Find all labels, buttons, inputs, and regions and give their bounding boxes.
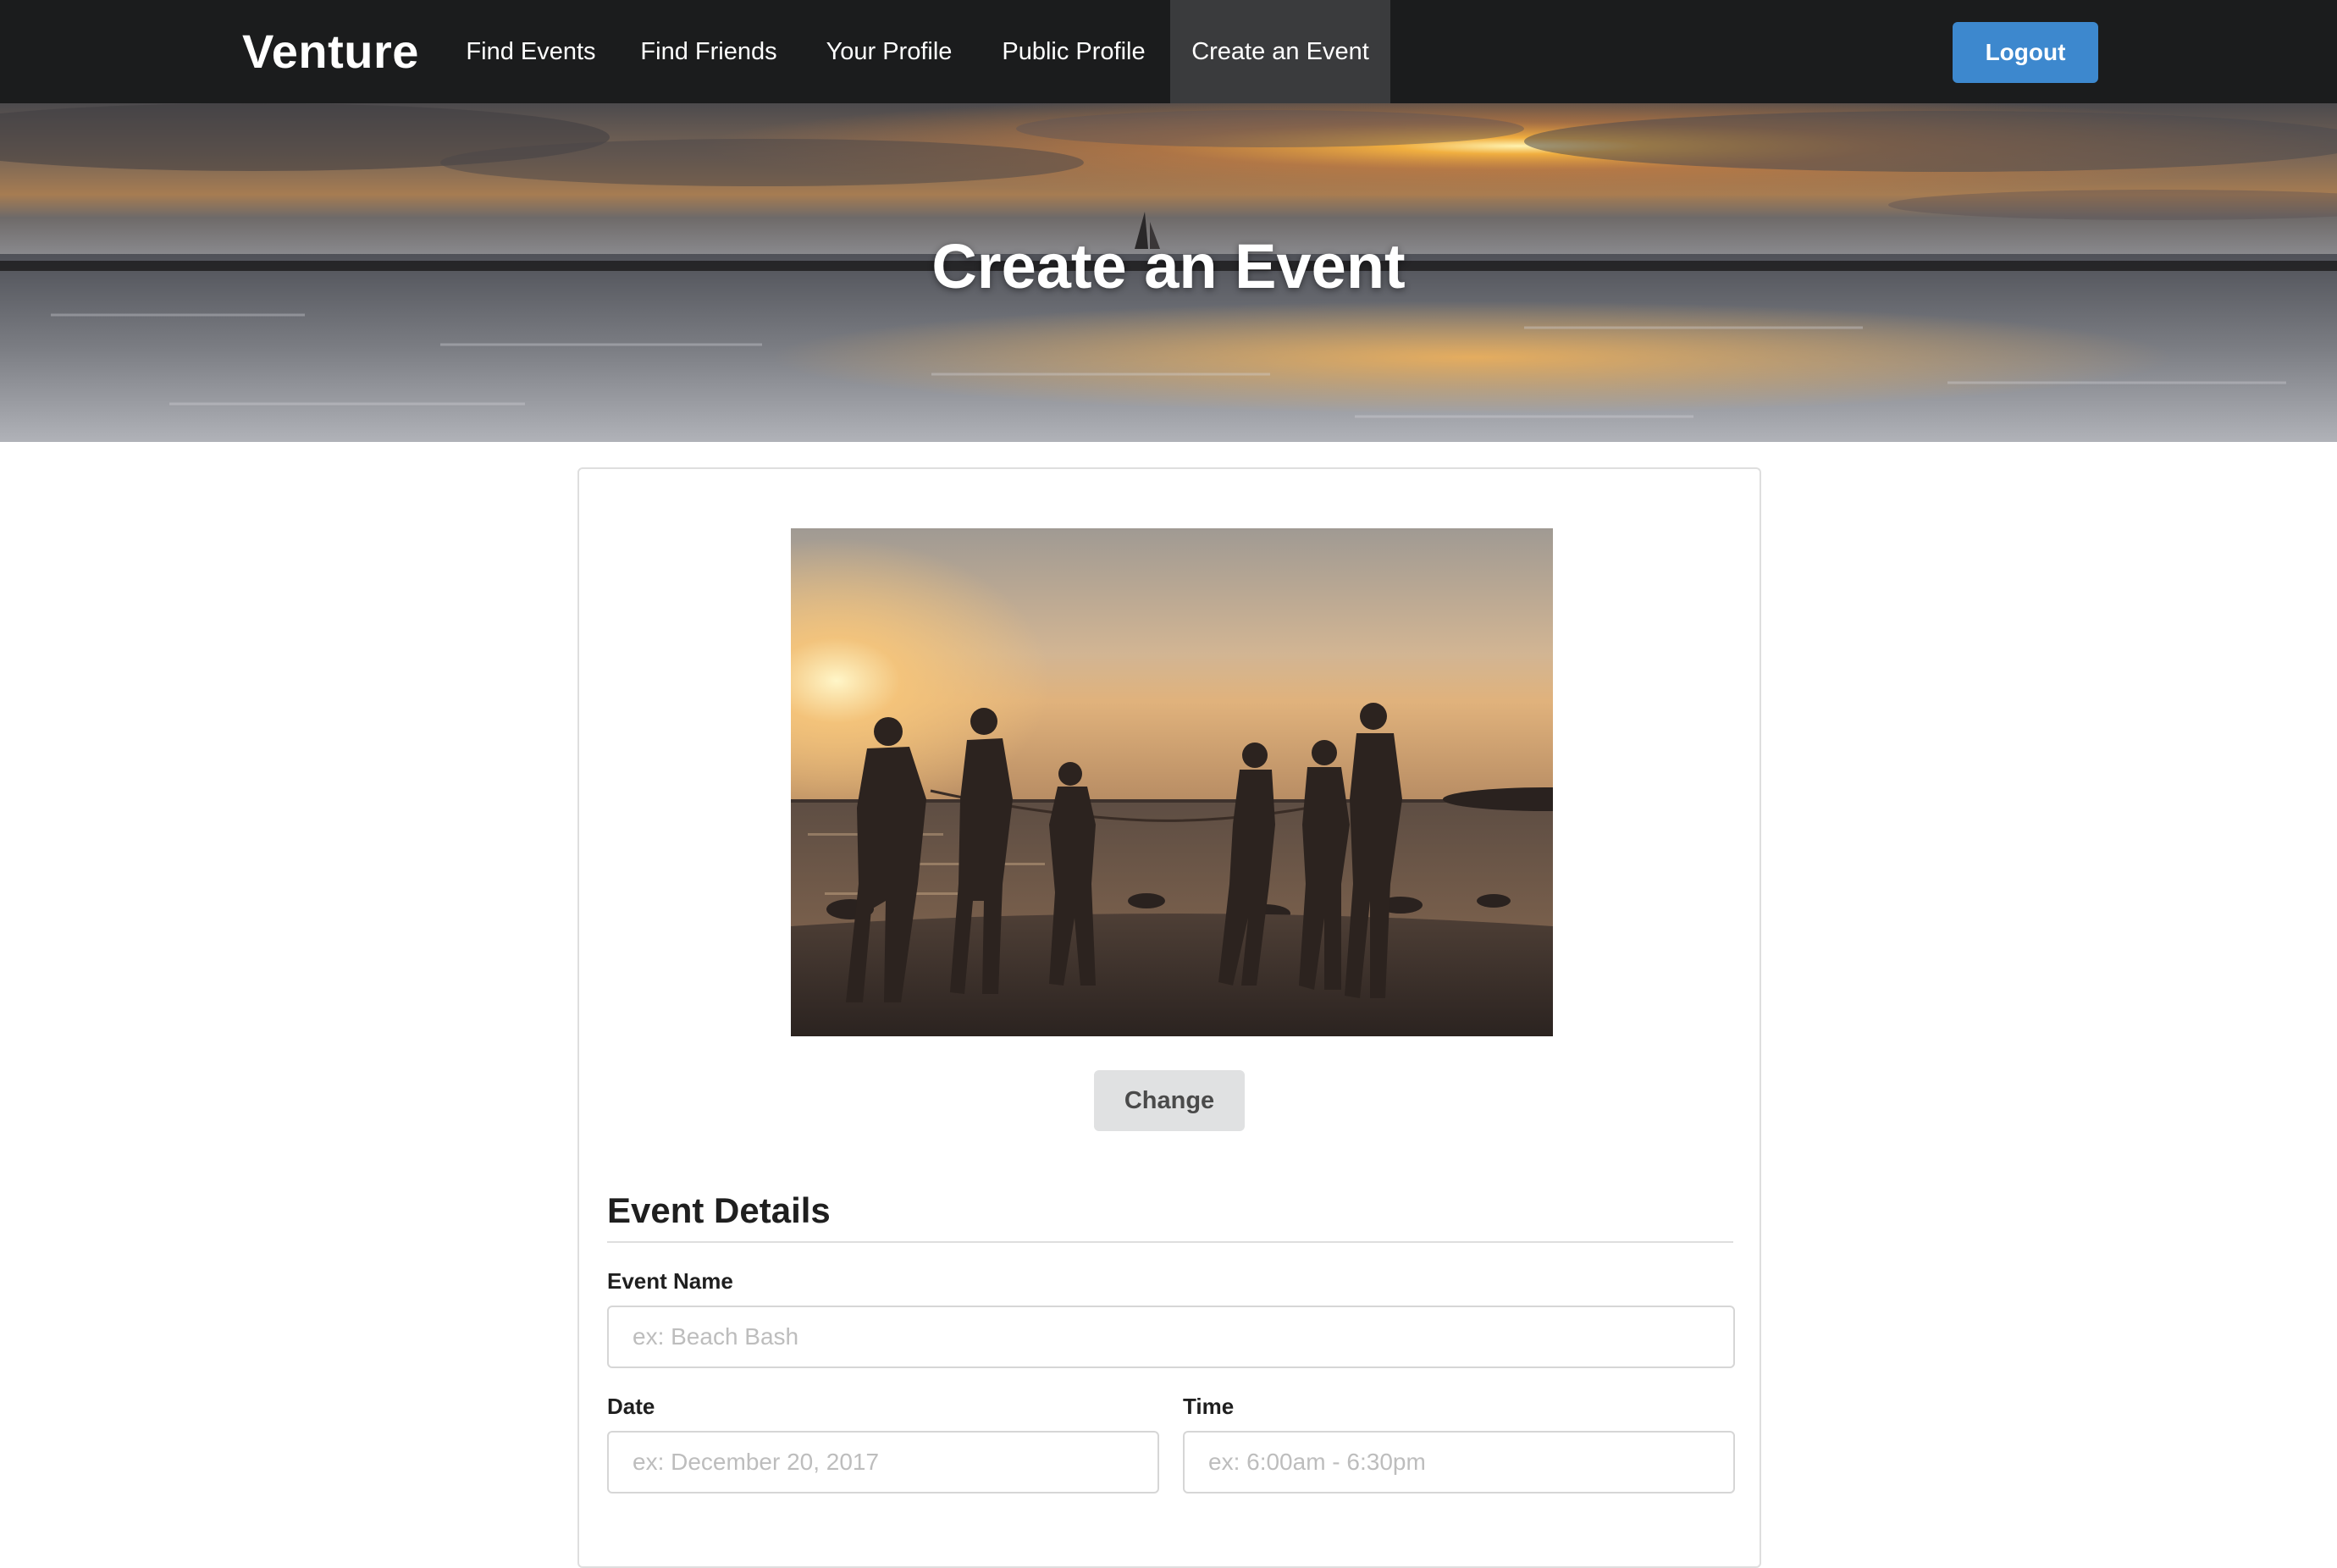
nav-public-profile[interactable]: Public Profile [991,0,1157,103]
event-image [791,528,1553,1036]
time-label: Time [1183,1394,1235,1419]
nav-find-events[interactable]: Find Events [456,0,606,103]
date-input[interactable] [607,1431,1159,1493]
time-input[interactable] [1183,1431,1735,1493]
section-divider [607,1241,1733,1243]
change-image-button[interactable]: Change [1094,1070,1245,1131]
page-title: Create an Event [931,231,1406,301]
nav-create-an-event[interactable]: Create an Event [1170,0,1390,103]
top-navbar: Venture Find Events Find Friends Your Pr… [0,0,2337,103]
logout-button[interactable]: Logout [1953,22,2098,83]
brand-logo[interactable]: Venture [242,20,419,83]
event-name-label: Event Name [607,1268,733,1294]
section-title-event-details: Event Details [607,1190,831,1230]
event-name-input[interactable] [607,1306,1735,1368]
nav-your-profile[interactable]: Your Profile [811,0,967,103]
hero-banner: Create an Event [0,103,2337,442]
date-label: Date [607,1394,655,1419]
create-event-form-card: Change Event Details Event Name Date Tim… [577,467,1761,1568]
friends-tug-of-war-beach-sunset-image [791,528,1553,1036]
nav-find-friends[interactable]: Find Friends [630,0,787,103]
